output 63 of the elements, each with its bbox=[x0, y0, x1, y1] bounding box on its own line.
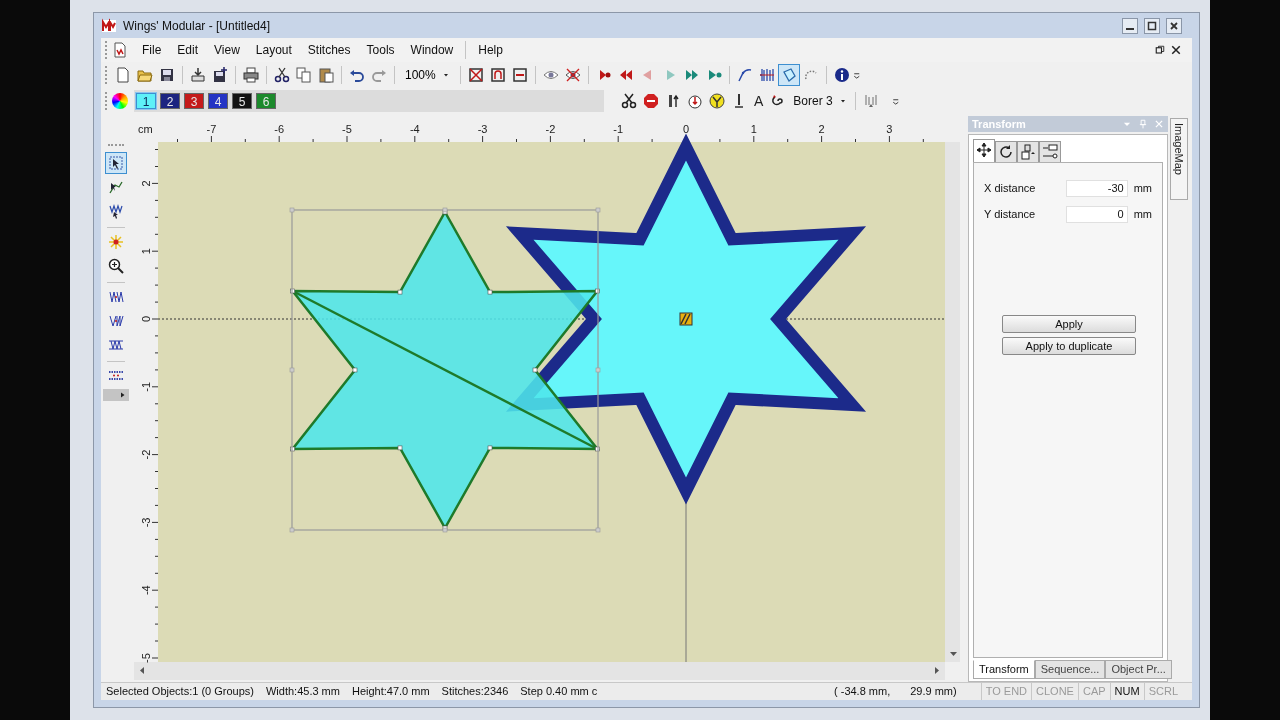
field-label: X distance bbox=[984, 180, 1037, 196]
status-indicator: CLONE bbox=[1031, 683, 1078, 700]
color-swatch[interactable]: 4 bbox=[208, 93, 228, 109]
menu-item[interactable]: Window bbox=[402, 41, 462, 59]
color-swatch[interactable]: 6 bbox=[256, 93, 276, 109]
ruler-label: -4 bbox=[140, 585, 152, 596]
ruler-label: 0 bbox=[140, 315, 152, 323]
status-indicator: CAP bbox=[1077, 683, 1110, 700]
status-text: ( -34.8 mm, bbox=[834, 684, 891, 700]
ruler-label: -2 bbox=[140, 449, 152, 460]
ruler-label: -1 bbox=[140, 381, 152, 392]
ruler-label: -3 bbox=[140, 517, 152, 528]
ruler-label: 0 bbox=[682, 123, 690, 135]
ruler-label: 3 bbox=[886, 123, 893, 135]
status-text: Step 0.40 mm c bbox=[520, 684, 598, 700]
unit-label: cm bbox=[138, 123, 153, 135]
ruler-label: -4 bbox=[409, 123, 420, 135]
status-indicator: SCRL bbox=[1143, 683, 1182, 700]
menu-item[interactable]: Layout bbox=[247, 41, 300, 59]
ruler-label: -5 bbox=[342, 123, 352, 135]
number-field[interactable]: -30 bbox=[1065, 179, 1128, 197]
status-indicator: NUM bbox=[1109, 683, 1144, 700]
color-swatch[interactable]: 1 bbox=[136, 93, 156, 109]
panel-button[interactable]: Apply to duplicate bbox=[1002, 337, 1136, 355]
ruler-label: -7 bbox=[206, 123, 217, 135]
machine-dropdown[interactable]: Borer 3 bbox=[789, 92, 851, 110]
ruler-label: 1 bbox=[140, 248, 152, 255]
status-text: Height:47.0 mm bbox=[351, 684, 430, 700]
zoom-dropdown[interactable]: 100% bbox=[399, 66, 456, 84]
ruler-label: -2 bbox=[545, 123, 556, 135]
menu-item[interactable]: Edit bbox=[169, 41, 207, 59]
status-text: Stitches:2346 bbox=[441, 684, 509, 700]
ruler-label: -6 bbox=[274, 123, 285, 135]
menu-item[interactable]: Tools bbox=[358, 41, 403, 59]
status-indicator: TO END bbox=[980, 683, 1032, 700]
menu-item[interactable]: File bbox=[134, 41, 170, 59]
ruler-label: -3 bbox=[477, 123, 488, 135]
panel-tab[interactable]: Object Pr... bbox=[1105, 660, 1172, 679]
side-tab[interactable]: ImageMap bbox=[1170, 118, 1188, 200]
ruler-label: -5 bbox=[140, 653, 152, 663]
status-text: Width:45.3 mm bbox=[265, 684, 340, 700]
panel-tab[interactable]: Sequence... bbox=[1034, 660, 1106, 679]
unit-label: mm bbox=[1133, 180, 1152, 196]
window-title: Wings' Modular - [Untitled4] bbox=[123, 17, 271, 35]
panel-title: Transform bbox=[972, 116, 1027, 132]
ruler-label: 2 bbox=[140, 180, 152, 187]
status-text: Selected Objects:1 (0 Groups) bbox=[106, 684, 254, 700]
unit-label: mm bbox=[1133, 206, 1152, 222]
menu-item[interactable]: Help bbox=[470, 41, 511, 59]
status-text: 29.9 mm) bbox=[910, 684, 957, 700]
color-swatch[interactable]: 2 bbox=[160, 93, 180, 109]
field-label: Y distance bbox=[984, 206, 1037, 222]
text-tool-icon[interactable]: A bbox=[750, 90, 768, 112]
ruler-label: 1 bbox=[750, 123, 757, 135]
menu-item[interactable]: Stitches bbox=[299, 41, 359, 59]
panel-tab[interactable]: Transform bbox=[973, 660, 1035, 679]
panel-button[interactable]: Apply bbox=[1002, 315, 1136, 333]
color-swatch[interactable]: 5 bbox=[232, 93, 252, 109]
menu-item[interactable]: View bbox=[206, 41, 248, 59]
number-field[interactable]: 0 bbox=[1065, 205, 1128, 223]
ruler-label: 2 bbox=[818, 123, 825, 135]
color-swatch[interactable]: 3 bbox=[184, 93, 204, 109]
ruler-label: -1 bbox=[613, 123, 624, 135]
